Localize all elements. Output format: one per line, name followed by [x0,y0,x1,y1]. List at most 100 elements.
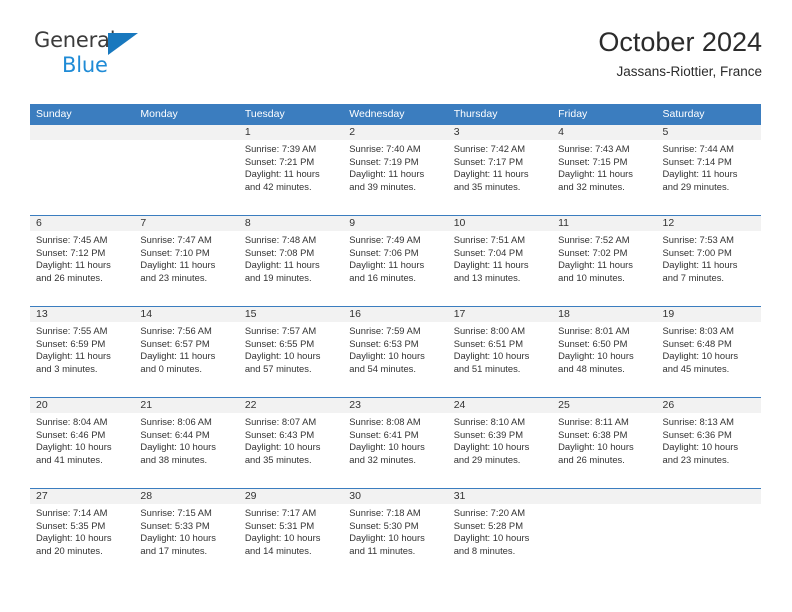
day-number: 15 [238,307,344,322]
weekday-header-friday: Friday [552,104,657,125]
sun-times-details: Sunrise: 7:48 AM Sunset: 7:08 PM Dayligh… [244,234,320,283]
sun-times-details: Sunrise: 8:11 AM Sunset: 6:38 PM Dayligh… [558,416,634,465]
calendar-day-cell[interactable]: 7 Sunrise: 7:47 AM Sunset: 7:10 PM Daylig… [134,215,239,307]
calendar-grid: Sunday Monday Tuesday Wednesday Thursday Frid… [30,104,761,579]
day-number: 17 [447,307,553,322]
calendar-page: General Blue October 2024 Jassans-Riotti… [0,0,792,612]
calendar-day-cell[interactable]: 25 Sunrise: 8:11 AM Sunset: 6:38 PM Dayli… [552,397,657,489]
day-number: 27 [30,489,135,504]
calendar-day-cell[interactable]: 26 Sunrise: 8:13 AM Sunset: 6:36 PM Dayli… [656,397,761,489]
calendar-day-cell[interactable]: 19 Sunrise: 8:03 AM Sunset: 6:48 PM Dayli… [656,306,761,398]
day-number: 19 [656,307,761,322]
calendar-day-cell[interactable]: 3 Sunrise: 7:42 AM Sunset: 7:17 PM Daylig… [447,125,553,216]
sun-times-details: Sunrise: 7:14 AM Sunset: 5:35 PM Dayligh… [36,507,112,556]
day-number: 26 [656,398,761,413]
day-cell-inner: 23 Sunrise: 8:08 AM Sunset: 6:41 PM Dayli… [343,398,448,488]
sun-times-details: Sunrise: 8:00 AM Sunset: 6:51 PM Dayligh… [453,325,530,374]
day-cell-inner: 4 Sunrise: 7:43 AM Sunset: 7:15 PM Daylig… [552,125,657,215]
sun-times-details: Sunrise: 8:03 AM Sunset: 6:48 PM Dayligh… [662,325,739,374]
weekday-header-sunday: Sunday [30,104,135,125]
calendar-day-cell[interactable]: 30 Sunrise: 7:18 AM Sunset: 5:30 PM Dayli… [343,488,448,579]
calendar-day-cell[interactable]: 17 Sunrise: 8:00 AM Sunset: 6:51 PM Dayli… [447,306,553,398]
day-cell-inner: 6 Sunrise: 7:45 AM Sunset: 7:12 PM Daylig… [30,216,135,306]
day-number: 20 [30,398,135,413]
day-number: 29 [238,489,344,504]
calendar-day-cell[interactable]: 5 Sunrise: 7:44 AM Sunset: 7:14 PM Daylig… [656,125,761,216]
calendar-day-cell[interactable]: 23 Sunrise: 8:08 AM Sunset: 6:41 PM Dayli… [343,397,448,489]
logo-text-general: General [34,28,116,52]
sun-times-details: Sunrise: 7:59 AM Sunset: 6:53 PM Dayligh… [349,325,425,374]
day-number: 30 [343,489,448,504]
day-cell-inner: 5 Sunrise: 7:44 AM Sunset: 7:14 PM Daylig… [656,125,761,215]
day-number: 12 [656,216,761,231]
day-cell-inner: 13 Sunrise: 7:55 AM Sunset: 6:59 PM Dayli… [30,307,135,397]
day-cell-inner: 31 Sunrise: 7:20 AM Sunset: 5:28 PM Dayli… [447,489,553,579]
day-number: 14 [134,307,239,322]
calendar-day-cell[interactable]: 10 Sunrise: 7:51 AM Sunset: 7:04 PM Dayli… [447,215,553,307]
day-cell-inner [134,125,239,215]
calendar-day-cell[interactable]: 8 Sunrise: 7:48 AM Sunset: 7:08 PM Daylig… [238,215,344,307]
general-blue-logo[interactable]: General Blue [34,28,174,84]
calendar-day-cell[interactable]: 21 Sunrise: 8:06 AM Sunset: 6:44 PM Dayli… [134,397,239,489]
sun-times-details [134,140,238,143]
sun-times-details: Sunrise: 7:45 AM Sunset: 7:12 PM Dayligh… [36,234,111,283]
logo-text-blue: Blue [62,53,108,77]
day-cell-inner: 15 Sunrise: 7:57 AM Sunset: 6:55 PM Dayli… [238,307,344,397]
sun-times-details: Sunrise: 7:55 AM Sunset: 6:59 PM Dayligh… [36,325,111,374]
calendar-day-cell[interactable]: 31 Sunrise: 7:20 AM Sunset: 5:28 PM Dayli… [447,488,553,579]
calendar-day-cell-empty [134,125,239,216]
calendar-day-cell[interactable]: 14 Sunrise: 7:56 AM Sunset: 6:57 PM Dayli… [134,306,239,398]
calendar-day-cell[interactable]: 2 Sunrise: 7:40 AM Sunset: 7:19 PM Daylig… [343,125,448,216]
calendar-day-cell[interactable]: 15 Sunrise: 7:57 AM Sunset: 6:55 PM Dayli… [238,306,344,398]
calendar-day-cell-empty [30,125,135,216]
day-cell-inner [656,489,761,579]
day-cell-inner: 3 Sunrise: 7:42 AM Sunset: 7:17 PM Daylig… [447,125,553,215]
day-cell-inner: 1 Sunrise: 7:39 AM Sunset: 7:21 PM Daylig… [238,125,344,215]
brand-triangle-icon [108,33,138,55]
day-number [552,489,657,504]
calendar-day-cell[interactable]: 11 Sunrise: 7:52 AM Sunset: 7:02 PM Dayli… [552,215,657,307]
calendar-week-row: 27 Sunrise: 7:14 AM Sunset: 5:35 PM Dayli… [30,488,761,579]
calendar-day-cell[interactable]: 18 Sunrise: 8:01 AM Sunset: 6:50 PM Dayli… [552,306,657,398]
calendar-day-cell[interactable]: 29 Sunrise: 7:17 AM Sunset: 5:31 PM Dayli… [238,488,344,579]
day-number: 23 [343,398,448,413]
sun-times-details [30,140,134,143]
calendar-day-cell[interactable]: 13 Sunrise: 7:55 AM Sunset: 6:59 PM Dayli… [30,306,135,398]
day-cell-inner [552,489,657,579]
day-cell-inner: 30 Sunrise: 7:18 AM Sunset: 5:30 PM Dayli… [343,489,448,579]
day-cell-inner: 18 Sunrise: 8:01 AM Sunset: 6:50 PM Dayli… [552,307,657,397]
calendar-day-cell[interactable]: 6 Sunrise: 7:45 AM Sunset: 7:12 PM Daylig… [30,215,135,307]
day-number: 2 [343,125,448,140]
sun-times-details: Sunrise: 7:43 AM Sunset: 7:15 PM Dayligh… [558,143,633,192]
day-number: 5 [656,125,761,140]
day-cell-inner: 29 Sunrise: 7:17 AM Sunset: 5:31 PM Dayli… [238,489,344,579]
calendar-header-row: Sunday Monday Tuesday Wednesday Thursday Frid… [30,104,761,125]
day-cell-inner: 11 Sunrise: 7:52 AM Sunset: 7:02 PM Dayli… [552,216,657,306]
calendar-day-cell[interactable]: 27 Sunrise: 7:14 AM Sunset: 5:35 PM Dayli… [30,488,135,579]
sun-times-details: Sunrise: 7:49 AM Sunset: 7:06 PM Dayligh… [349,234,425,283]
sun-times-details: Sunrise: 7:18 AM Sunset: 5:30 PM Dayligh… [349,507,425,556]
calendar-day-cell[interactable]: 20 Sunrise: 8:04 AM Sunset: 6:46 PM Dayli… [30,397,135,489]
sun-times-details: Sunrise: 7:17 AM Sunset: 5:31 PM Dayligh… [244,507,321,556]
sun-times-details: Sunrise: 7:20 AM Sunset: 5:28 PM Dayligh… [453,507,530,556]
calendar-day-cell[interactable]: 28 Sunrise: 7:15 AM Sunset: 5:33 PM Dayli… [134,488,239,579]
calendar-day-cell[interactable]: 12 Sunrise: 7:53 AM Sunset: 7:00 PM Dayli… [656,215,761,307]
calendar-day-cell[interactable]: 24 Sunrise: 8:10 AM Sunset: 6:39 PM Dayli… [447,397,553,489]
day-number: 24 [447,398,553,413]
calendar-day-cell[interactable]: 4 Sunrise: 7:43 AM Sunset: 7:15 PM Daylig… [552,125,657,216]
calendar-day-cell[interactable]: 1 Sunrise: 7:39 AM Sunset: 7:21 PM Daylig… [238,125,344,216]
sun-times-details: Sunrise: 7:47 AM Sunset: 7:10 PM Dayligh… [140,234,216,283]
page-title: October 2024 [598,27,762,57]
sun-times-details: Sunrise: 7:44 AM Sunset: 7:14 PM Dayligh… [662,143,738,192]
sun-times-details: Sunrise: 7:51 AM Sunset: 7:04 PM Dayligh… [453,234,529,283]
calendar-body: 1 Sunrise: 7:39 AM Sunset: 7:21 PM Daylig… [30,125,761,579]
day-number: 3 [447,125,553,140]
day-number: 11 [552,216,657,231]
sun-times-details: Sunrise: 8:07 AM Sunset: 6:43 PM Dayligh… [244,416,321,465]
day-cell-inner: 28 Sunrise: 7:15 AM Sunset: 5:33 PM Dayli… [134,489,239,579]
day-cell-inner: 2 Sunrise: 7:40 AM Sunset: 7:19 PM Daylig… [343,125,448,215]
calendar-day-cell[interactable]: 22 Sunrise: 8:07 AM Sunset: 6:43 PM Dayli… [238,397,344,489]
day-cell-inner: 10 Sunrise: 7:51 AM Sunset: 7:04 PM Dayli… [447,216,553,306]
calendar-day-cell[interactable]: 16 Sunrise: 7:59 AM Sunset: 6:53 PM Dayli… [343,306,448,398]
calendar-day-cell[interactable]: 9 Sunrise: 7:49 AM Sunset: 7:06 PM Daylig… [343,215,448,307]
